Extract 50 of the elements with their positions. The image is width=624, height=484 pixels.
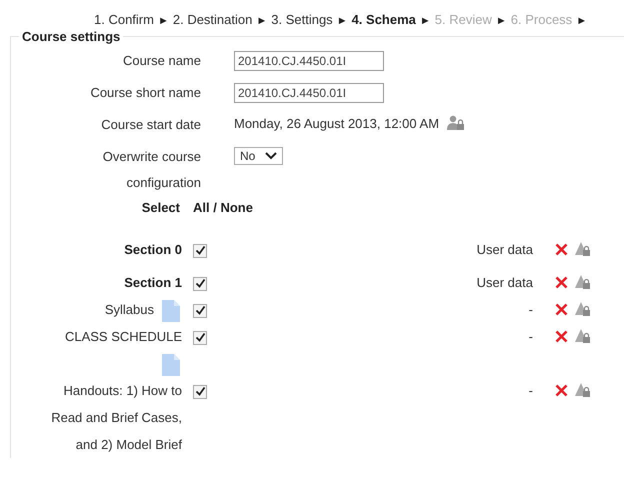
text-field[interactable]: 201410.CJ.4450.01I xyxy=(234,51,384,71)
lock-triangle-icon[interactable] xyxy=(575,242,591,257)
separator-arrow: ► xyxy=(420,15,431,27)
field-label: Overwrite course configuration xyxy=(102,148,201,192)
delete-icon[interactable] xyxy=(555,384,568,397)
item-label: Handouts: 1) How to Read and Brief Cases, and 2) Model Brief xyxy=(51,383,182,452)
breadcrumb-step: 5. Review xyxy=(434,12,492,27)
delete-icon[interactable] xyxy=(555,303,568,316)
section-legend: Course settings xyxy=(19,29,124,44)
include-checkbox[interactable] xyxy=(193,330,207,345)
delete-icon[interactable] xyxy=(555,243,568,256)
field-label: Course short name xyxy=(90,84,201,102)
lock-triangle-icon[interactable] xyxy=(575,275,591,290)
select-label: Select xyxy=(142,200,180,215)
overwrite-dropdown[interactable]: No xyxy=(234,147,284,165)
include-checkbox[interactable] xyxy=(193,304,207,318)
lock-triangle-icon[interactable] xyxy=(575,329,591,344)
include-checkbox[interactable] xyxy=(193,276,207,291)
date-text: Monday, 26 August 2013, 12:00 AM xyxy=(234,116,440,130)
user-data-text: User data xyxy=(476,242,533,257)
breadcrumb-step: 4. Schema xyxy=(352,12,416,27)
field-label: Course name xyxy=(122,52,201,70)
field-label: Course start date xyxy=(101,116,201,134)
include-checkbox[interactable] xyxy=(193,384,207,399)
breadcrumb-step: 2. Destination xyxy=(172,12,252,27)
item-label: Syllabus xyxy=(104,302,154,317)
separator-arrow: ► xyxy=(496,15,507,27)
separator-arrow: ► xyxy=(158,15,169,27)
user-data-text: User data xyxy=(476,275,533,290)
separator-arrow: ► xyxy=(576,15,588,27)
breadcrumb-step: 3. Settings xyxy=(271,12,333,27)
breadcrumb-step: 1. Confirm xyxy=(94,12,154,27)
user-lock-icon xyxy=(447,115,466,131)
lock-triangle-icon[interactable] xyxy=(575,383,591,398)
text-field[interactable]: 201410.CJ.4450.01I xyxy=(234,83,384,103)
include-checkbox[interactable] xyxy=(193,244,207,258)
user-data-text: - xyxy=(528,383,533,398)
breadcrumb-step: 6. Process xyxy=(510,12,572,27)
separator-arrow: ► xyxy=(256,15,268,27)
delete-icon[interactable] xyxy=(555,330,568,343)
user-data-text: - xyxy=(528,329,533,344)
item-label: Section 1 xyxy=(124,275,182,290)
lock-triangle-icon[interactable] xyxy=(575,302,591,317)
item-label: CLASS SCHEDULE xyxy=(64,329,182,344)
item-label: Section 0 xyxy=(124,242,182,257)
select-all-none-link[interactable]: All / None xyxy=(193,200,253,230)
delete-icon[interactable] xyxy=(555,276,568,289)
separator-arrow: ► xyxy=(336,15,348,27)
chevron-down-icon xyxy=(265,152,278,160)
user-data-text: - xyxy=(528,302,533,317)
